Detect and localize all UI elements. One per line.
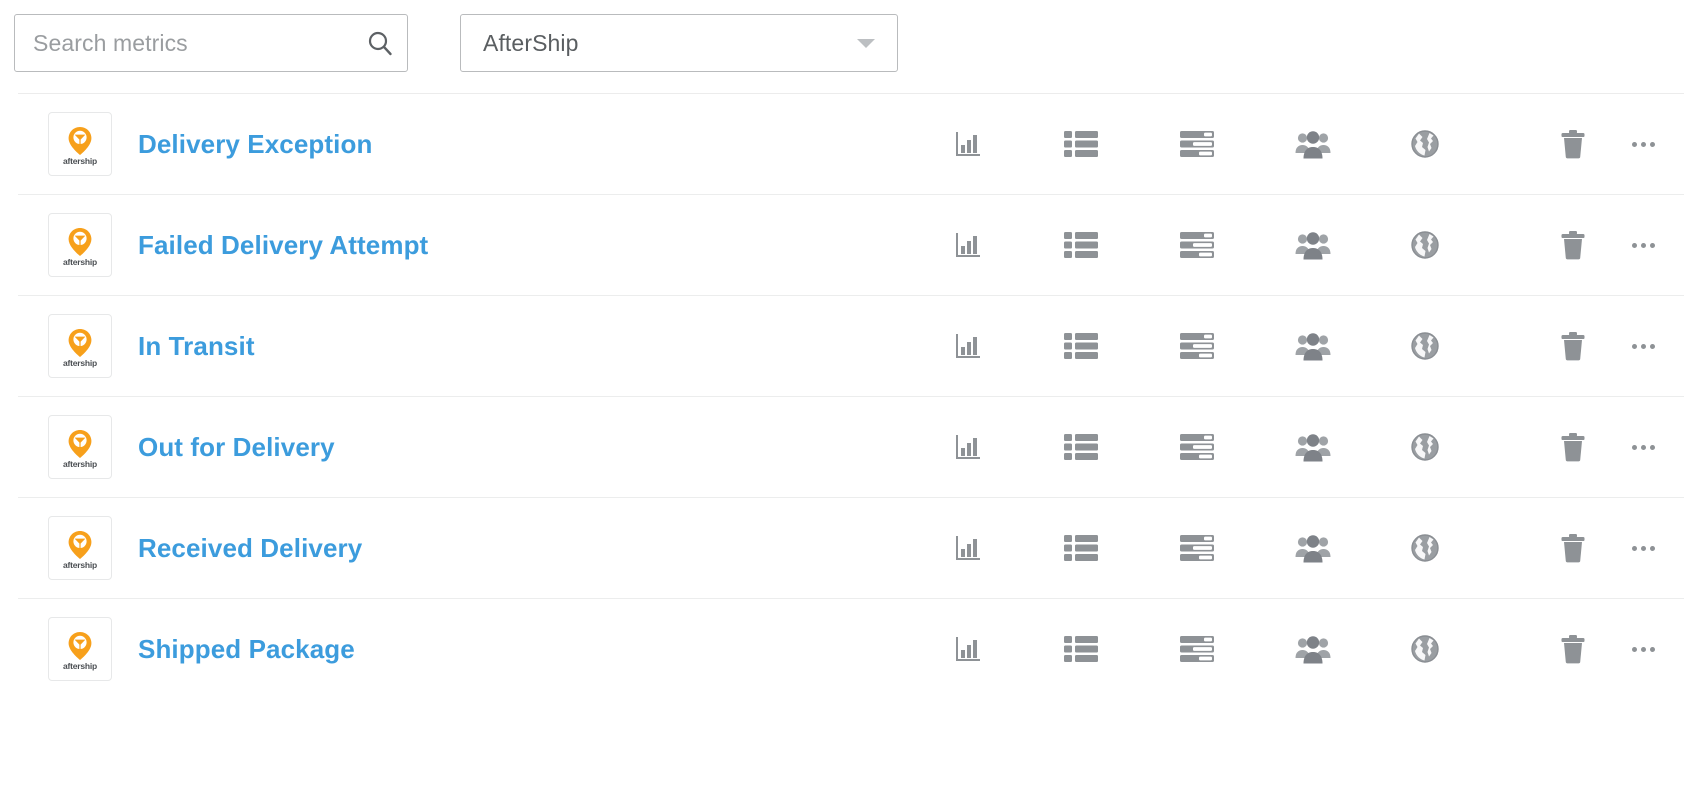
metric-name-link[interactable]: Received Delivery [138,533,362,564]
users-icon[interactable] [1284,216,1342,274]
users-icon[interactable] [1284,519,1342,577]
users-icon[interactable] [1284,115,1342,173]
trash-icon[interactable] [1544,519,1602,577]
location-pin-icon [67,530,93,560]
tasks-icon[interactable] [1168,519,1226,577]
metric-row[interactable]: aftership Shipped Package [18,598,1684,699]
chevron-down-icon[interactable] [835,38,897,48]
location-pin-icon [67,328,93,358]
aftership-wordmark: aftership [62,458,98,469]
trash-icon[interactable] [1544,317,1602,375]
list-icon[interactable] [1052,620,1110,678]
metric-name-link[interactable]: Delivery Exception [138,129,372,160]
globe-icon[interactable] [1396,317,1454,375]
bar-chart-icon[interactable] [939,620,997,678]
trash-icon[interactable] [1544,418,1602,476]
more-icon[interactable] [1614,216,1672,274]
row-actions [939,599,1684,699]
location-pin-icon [67,631,93,661]
tasks-icon[interactable] [1168,620,1226,678]
row-actions [939,397,1684,497]
globe-icon[interactable] [1396,519,1454,577]
list-icon[interactable] [1052,519,1110,577]
aftership-logo: aftership [48,415,112,479]
aftership-logo: aftership [48,617,112,681]
list-icon[interactable] [1052,216,1110,274]
tasks-icon[interactable] [1168,216,1226,274]
tasks-icon[interactable] [1168,317,1226,375]
location-pin-icon [67,227,93,257]
tasks-icon[interactable] [1168,115,1226,173]
aftership-wordmark: aftership [62,256,98,267]
bar-chart-icon[interactable] [939,418,997,476]
bar-chart-icon[interactable] [939,115,997,173]
aftership-logo: aftership [48,213,112,277]
aftership-wordmark: aftership [62,660,98,671]
row-actions [939,296,1684,396]
metric-name-link[interactable]: Out for Delivery [138,432,335,463]
globe-icon[interactable] [1396,418,1454,476]
globe-icon[interactable] [1396,216,1454,274]
metric-row[interactable]: aftership Failed Delivery Attempt [18,194,1684,295]
list-icon[interactable] [1052,115,1110,173]
aftership-wordmark: aftership [62,559,98,570]
globe-icon[interactable] [1396,620,1454,678]
aftership-wordmark: aftership [62,155,98,166]
bar-chart-icon[interactable] [939,317,997,375]
row-actions [939,195,1684,295]
aftership-logo: aftership [48,112,112,176]
metric-row[interactable]: aftership In Transit [18,295,1684,396]
aftership-wordmark: aftership [62,357,98,368]
search-input[interactable] [15,15,353,71]
more-icon[interactable] [1614,317,1672,375]
app-filter-value: AfterShip [483,29,579,56]
metric-name-link[interactable]: Shipped Package [138,634,355,665]
row-actions [939,94,1684,194]
metric-name-link[interactable]: In Transit [138,331,255,362]
more-icon[interactable] [1614,519,1672,577]
metrics-toolbar: AfterShip [0,0,1702,93]
search-icon[interactable] [353,15,407,71]
aftership-logo: aftership [48,516,112,580]
list-icon[interactable] [1052,317,1110,375]
location-pin-icon [67,126,93,156]
more-icon[interactable] [1614,115,1672,173]
users-icon[interactable] [1284,317,1342,375]
list-icon[interactable] [1052,418,1110,476]
metric-row[interactable]: aftership Out for Delivery [18,396,1684,497]
search-metrics-box[interactable] [14,14,408,72]
bar-chart-icon[interactable] [939,216,997,274]
more-icon[interactable] [1614,418,1672,476]
metric-list: aftership Delivery Exception aftership F… [0,93,1702,699]
users-icon[interactable] [1284,620,1342,678]
trash-icon[interactable] [1544,216,1602,274]
globe-icon[interactable] [1396,115,1454,173]
bar-chart-icon[interactable] [939,519,997,577]
users-icon[interactable] [1284,418,1342,476]
trash-icon[interactable] [1544,620,1602,678]
location-pin-icon [67,429,93,459]
metric-name-link[interactable]: Failed Delivery Attempt [138,230,428,261]
more-icon[interactable] [1614,620,1672,678]
aftership-logo: aftership [48,314,112,378]
metric-row[interactable]: aftership Delivery Exception [18,93,1684,194]
row-actions [939,498,1684,598]
app-filter-select[interactable]: AfterShip [460,14,898,72]
metric-row[interactable]: aftership Received Delivery [18,497,1684,598]
tasks-icon[interactable] [1168,418,1226,476]
trash-icon[interactable] [1544,115,1602,173]
